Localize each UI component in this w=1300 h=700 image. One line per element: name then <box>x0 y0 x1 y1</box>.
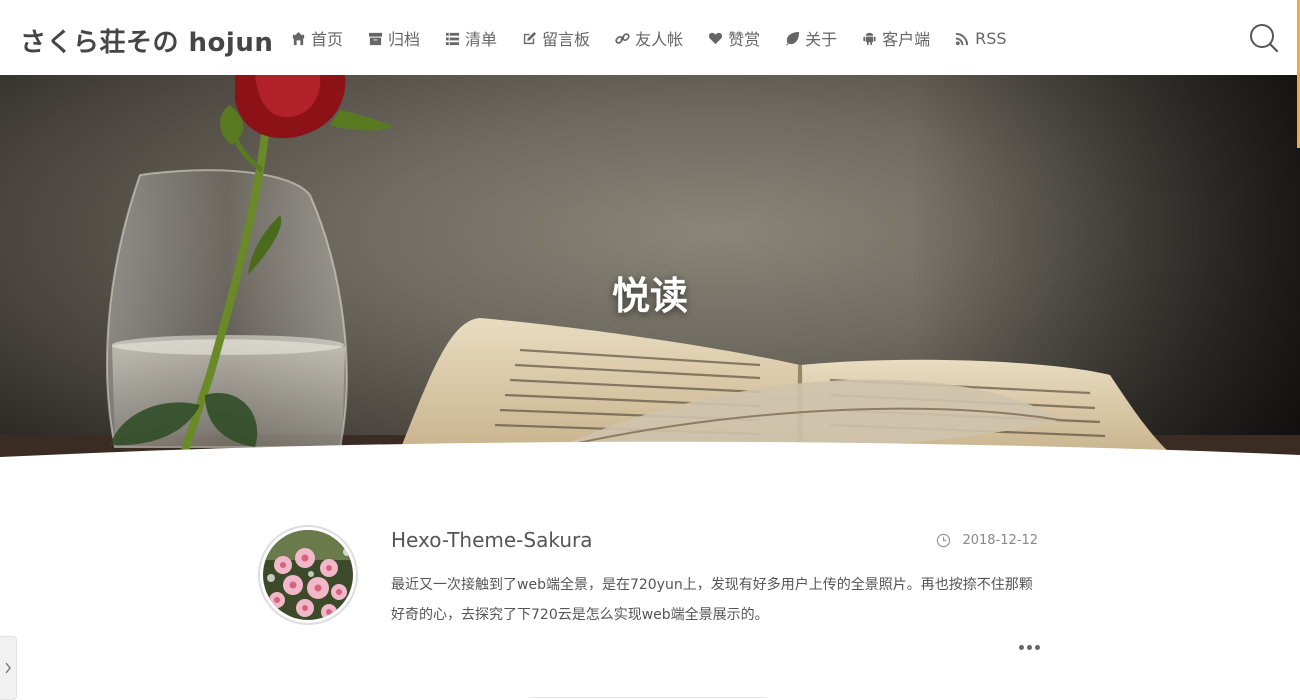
nav-label-list: 清单 <box>465 30 498 49</box>
more-dot <box>1035 645 1040 650</box>
archive-icon <box>368 32 383 45</box>
leaf-icon <box>786 31 800 46</box>
nav-item-archive[interactable]: 归档 <box>368 26 420 50</box>
post-card: Hexo-Theme-Sakura 2018-12-12 最近又一次接触到了we… <box>258 520 1042 660</box>
site-header: さくら荘その hojun 首页 归档 清单 留言板 友人帐 赞赏 关于 客户端 … <box>0 0 1300 75</box>
nav-item-list[interactable]: 清单 <box>445 26 497 50</box>
post-thumbnail[interactable] <box>258 525 358 625</box>
hero-banner: 悦读 <box>0 75 1300 467</box>
site-title[interactable]: さくら荘その hojun <box>20 22 273 59</box>
nav-item-friends[interactable]: 友人帐 <box>615 26 683 50</box>
edit-icon <box>523 31 537 44</box>
nav-label-archive: 归档 <box>388 30 421 49</box>
nav-label-friends: 友人帐 <box>635 30 684 49</box>
nav-label-about: 关于 <box>805 30 838 49</box>
list-icon <box>445 32 460 45</box>
nav-label-client: 客户端 <box>882 30 931 49</box>
post-date-text: 2018-12-12 <box>962 533 1038 548</box>
post-divider <box>530 697 766 698</box>
nav-label-donate: 赞赏 <box>728 30 761 49</box>
post-excerpt: 最近又一次接触到了web端全景，是在720yun上，发现有好多用户上传的全景照片… <box>391 577 1033 623</box>
heart-icon <box>708 32 723 44</box>
rss-icon <box>956 32 969 45</box>
chevron-right-icon <box>5 662 11 674</box>
search-button[interactable] <box>1248 22 1280 54</box>
nav-item-client[interactable]: 客户端 <box>862 26 930 50</box>
hero-title: 悦读 <box>611 274 688 318</box>
post-date: 2018-12-12 <box>936 533 1038 548</box>
sidebar-toggle-button[interactable] <box>0 636 17 700</box>
nav-item-donate[interactable]: 赞赏 <box>708 26 760 50</box>
read-more-button[interactable] <box>1016 638 1040 654</box>
clock-icon <box>937 533 951 548</box>
nav-label-rss: RSS <box>975 28 1007 48</box>
nav-item-about[interactable]: 关于 <box>785 26 837 50</box>
post-title[interactable]: Hexo-Theme-Sakura <box>391 528 592 552</box>
more-dot <box>1027 645 1032 650</box>
android-icon <box>863 32 876 45</box>
nav-label-home: 首页 <box>311 30 344 49</box>
nav-item-rss[interactable]: RSS <box>955 28 1007 48</box>
nav-item-home[interactable]: 首页 <box>291 26 343 50</box>
nav-label-guestbook: 留言板 <box>542 30 591 49</box>
search-icon <box>1250 24 1279 53</box>
more-dot <box>1019 645 1024 650</box>
nav-item-guestbook[interactable]: 留言板 <box>522 26 590 50</box>
link-icon <box>615 32 630 44</box>
flower-thumbnail-image <box>263 530 353 620</box>
main-nav: 首页 归档 清单 留言板 友人帐 赞赏 关于 客户端 RSS <box>291 26 1007 50</box>
home-icon <box>292 31 305 45</box>
